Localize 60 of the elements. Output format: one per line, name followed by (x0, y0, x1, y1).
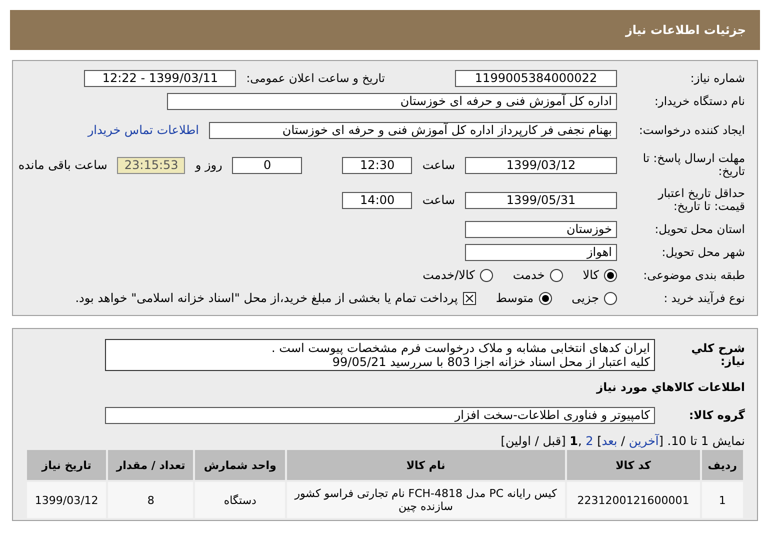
contact-link[interactable]: اطلاعات تماس خریدار (88, 123, 199, 137)
field-label: ایجاد کننده درخواست: (638, 124, 745, 136)
column-header: تاریخ نیاز (27, 450, 106, 480)
radio-button[interactable] (604, 268, 617, 282)
table-cell: دستگاه (195, 482, 285, 518)
table-cell: 2231200121600001 (566, 482, 700, 518)
field-label: طبقه بندی موضوعی: (642, 268, 745, 282)
field-label: مهلت ارسال پاسخ: تا تاریخ: (642, 152, 745, 178)
announce-date-field: 1399/03/11 - 12:22 (84, 70, 236, 86)
column-header: کد کالا (566, 450, 700, 480)
checkbox[interactable] (462, 292, 476, 304)
field-label: نام دستگاه خریدار: (653, 94, 745, 108)
column-header: واحد شمارش (195, 450, 285, 480)
remaining-time-field: 23:15:53 (117, 156, 186, 174)
page-link[interactable]: 2 (586, 434, 594, 448)
radio-button[interactable] (604, 292, 617, 304)
creator-field: بهنام نجفی فر کارپرداز اداره کل آموزش فنی و حرفه ای خوزستان (209, 122, 617, 138)
field-label: شرح کلي نياز: (690, 342, 745, 368)
section-heading: اطلاعات کالاهاي مورد نياز (595, 381, 745, 394)
validity-date-field: 1399/05/31 (465, 192, 617, 208)
checkbox-label: پرداخت تمام یا بخشی از مبلغ خرید،از محل "اسناد خزانه اسلامی" خواهد بود. (75, 291, 458, 305)
page-link[interactable]: آخرین (628, 434, 659, 448)
page-link[interactable]: بعد (602, 434, 618, 448)
table-cell: 8 (108, 482, 194, 518)
buyer-field: اداره کل آموزش فنی و حرفه ای خوزستان (167, 92, 617, 110)
radio-label: خدمت (512, 268, 545, 282)
deadline-date-field: 1399/03/12 (465, 156, 617, 174)
radio-button[interactable] (480, 268, 493, 282)
need-number-field: 1199005384000022 (455, 70, 617, 86)
table-cell: 1 (702, 482, 743, 518)
table-cell: کیس رایانه PC مدل FCH-4818 نام تجارتی فراسو کشور سازنده چین (286, 482, 565, 518)
remaining-label: ساعت باقی مانده (18, 158, 108, 172)
time-label: ساعت (422, 193, 455, 207)
description-box: ایران کدهای انتخابی مشابه و ملاک درخواست فرم مشخصات پیوست است . کلیه اعتبار از محل اسناد خزانه اجزا 803 با سررسید 99/05/21 (105, 339, 655, 371)
days-label: روز و (195, 158, 222, 172)
field-label: شهر محل تحویل: (660, 246, 745, 258)
province-field: خوزستان (465, 220, 617, 238)
field-label: حداقل تاریخ اعتبار قیمت: تا تاریخ: (656, 187, 745, 213)
field-label: استان محل تحویل: (654, 222, 745, 236)
radio-label: متوسط (496, 291, 534, 305)
radio-label: کالا/خدمت (422, 268, 475, 282)
radio-button[interactable] (538, 292, 552, 304)
goods-group-field: کامپیوتر و فناوری اطلاعات-سخت افزار (105, 406, 655, 424)
column-header: تعداد / مقدار (108, 450, 194, 480)
column-header: ردیف (702, 450, 743, 480)
validity-time-field: 14:00 (342, 192, 412, 208)
column-header: نام کالا (286, 450, 565, 480)
city-field: اهواز (465, 244, 617, 260)
table-cell: 1399/03/12 (27, 482, 106, 518)
time-label: ساعت (422, 158, 455, 172)
page-header: جزئیات اطلاعات نیاز (10, 10, 760, 50)
field-label: شماره نیاز: (689, 72, 745, 84)
radio-label: جزیی (572, 291, 599, 305)
days-field: 0 (232, 156, 302, 174)
radio-button[interactable] (550, 268, 563, 282)
deadline-time-field: 12:30 (342, 156, 412, 174)
field-label: نوع فرآیند خرید : (662, 292, 745, 304)
radio-label: کالا (582, 268, 599, 282)
field-label: گروه کالا: (688, 408, 745, 422)
field-label: تاریخ و ساعت اعلان عمومی: (246, 72, 385, 84)
